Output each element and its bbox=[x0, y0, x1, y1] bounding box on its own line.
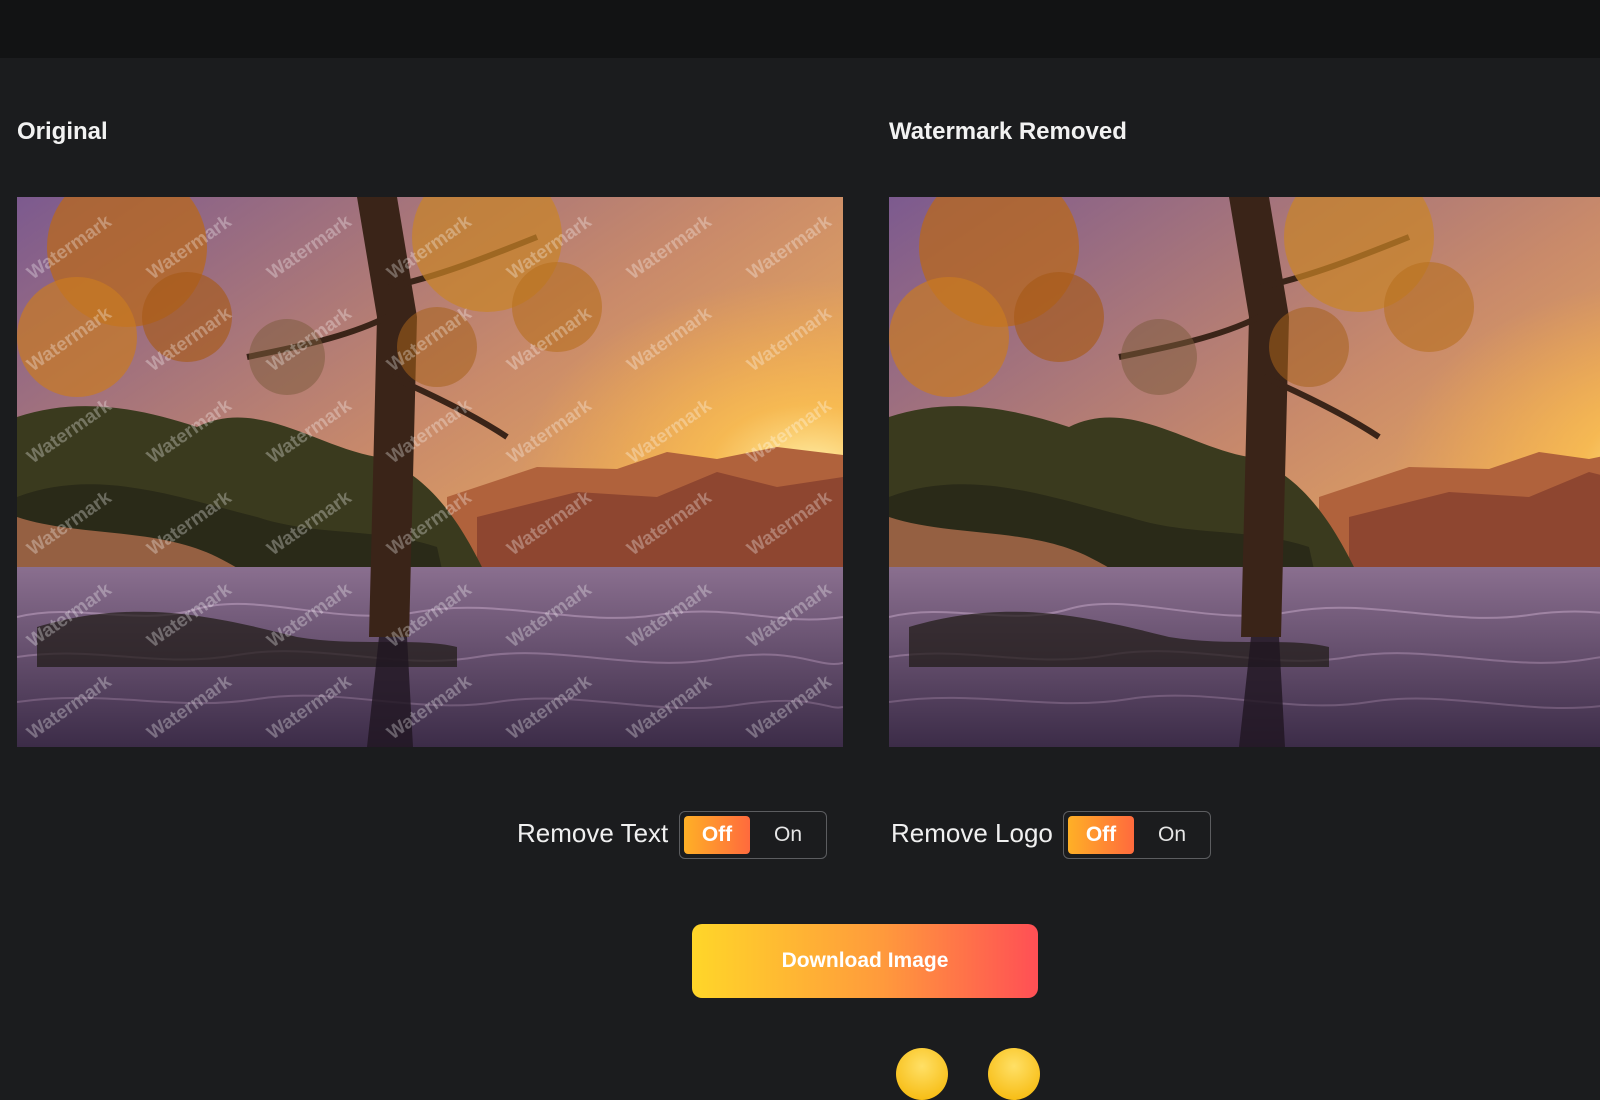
original-image: Watermark Watermark Watermark Watermark Wate… bbox=[17, 197, 843, 747]
result-title: Watermark Removed bbox=[889, 118, 1127, 145]
emoji-icon[interactable] bbox=[988, 1048, 1040, 1100]
remove-text-off-option[interactable]: Off bbox=[684, 816, 750, 854]
remove-logo-on-option[interactable]: On bbox=[1138, 816, 1206, 854]
remove-text-on-option[interactable]: On bbox=[754, 816, 822, 854]
remove-logo-toggle[interactable]: Off On bbox=[1063, 811, 1211, 859]
remove-logo-label: Remove Logo bbox=[891, 818, 1053, 848]
emoji-icon[interactable] bbox=[896, 1048, 948, 1100]
remove-text-toggle[interactable]: Off On bbox=[679, 811, 827, 859]
download-image-button[interactable]: Download Image bbox=[692, 924, 1038, 998]
watermark-removed-image bbox=[889, 197, 1600, 747]
remove-text-label: Remove Text bbox=[517, 818, 669, 848]
top-bar bbox=[0, 0, 1600, 58]
remove-logo-off-option[interactable]: Off bbox=[1068, 816, 1134, 854]
original-title: Original bbox=[17, 118, 108, 145]
